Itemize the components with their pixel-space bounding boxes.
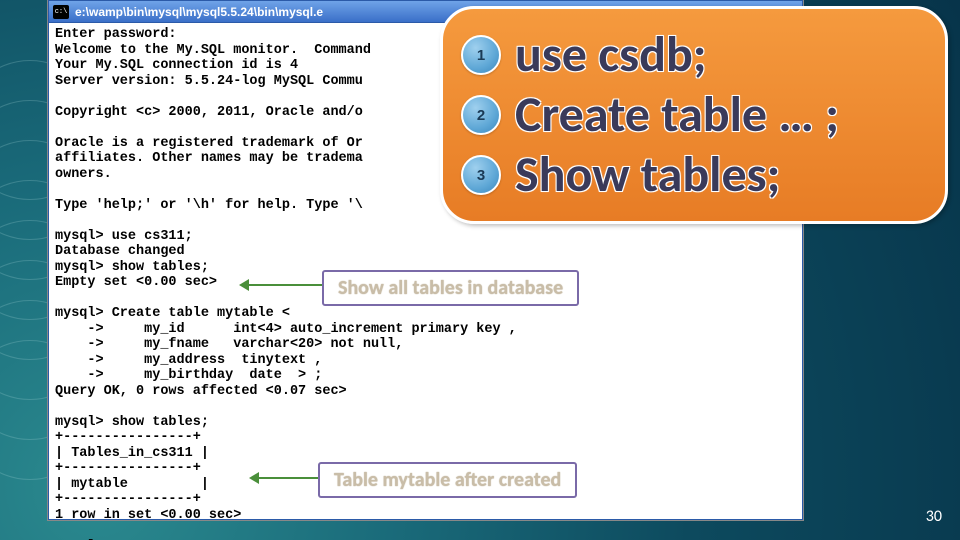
cmd-create: Create table … ; bbox=[515, 85, 839, 145]
step-num-1: 1 bbox=[461, 35, 501, 75]
cmd-icon: c:\ bbox=[53, 5, 69, 19]
step-commands: use csdb; Create table … ; Show tables; bbox=[515, 25, 839, 205]
cmd-use: use csdb; bbox=[515, 25, 839, 85]
step-numbers: 1 2 3 bbox=[461, 35, 501, 195]
annotation-after-created: Table mytable after created bbox=[318, 462, 577, 498]
page-number: 30 bbox=[926, 507, 942, 526]
annotation-show-tables: Show all tables in database bbox=[322, 270, 579, 306]
steps-card: 1 2 3 use csdb; Create table … ; Show ta… bbox=[440, 6, 948, 224]
arrow-annotation-2 bbox=[258, 477, 318, 479]
step-num-2: 2 bbox=[461, 95, 501, 135]
window-path: e:\wamp\bin\mysql\mysql5.5.24\bin\mysql.… bbox=[75, 5, 323, 19]
step-num-3: 3 bbox=[461, 155, 501, 195]
arrow-annotation-1 bbox=[248, 284, 322, 286]
slide: c:\ e:\wamp\bin\mysql\mysql5.5.24\bin\my… bbox=[0, 0, 960, 540]
cmd-show: Show tables; bbox=[515, 145, 839, 205]
